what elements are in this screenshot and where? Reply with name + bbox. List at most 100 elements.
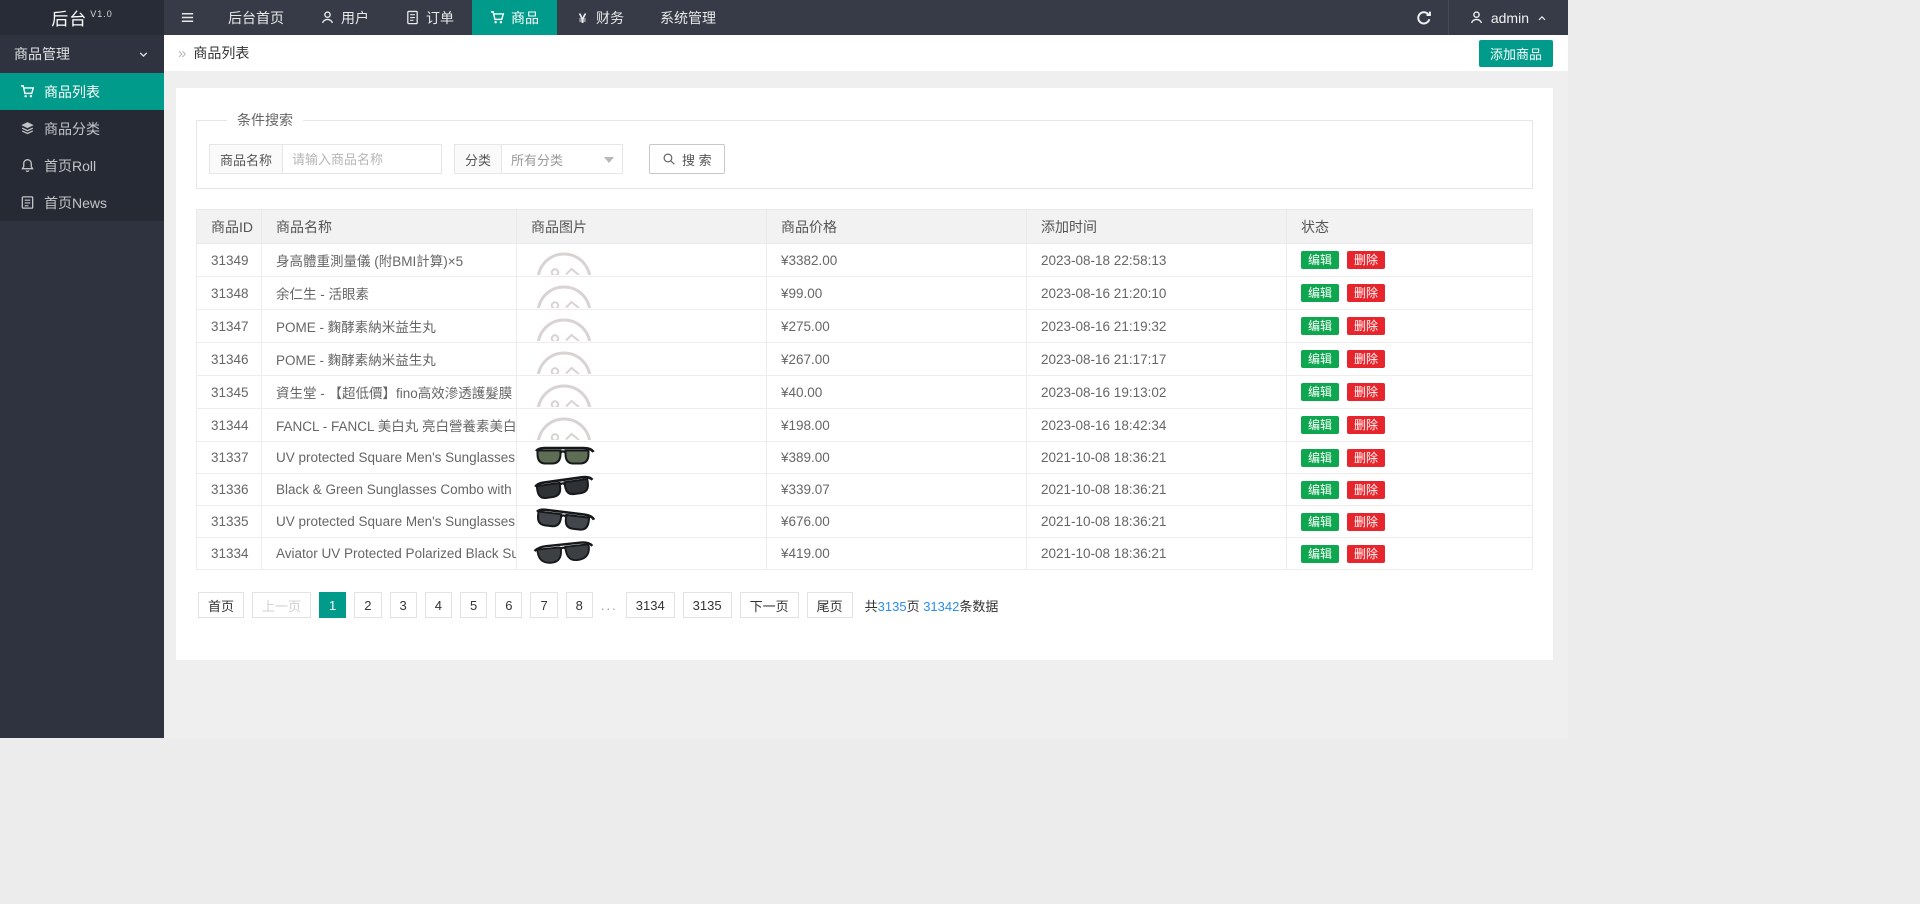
nav-item-1[interactable]: 后台首页 — [210, 0, 302, 35]
table-row: 31349 身高體重測量儀 (附BMI計算)×5 ¥3382.00 2023-08-1… — [196, 243, 1533, 277]
edit-button[interactable]: 编辑 — [1301, 251, 1340, 269]
broken-image-placeholder-icon — [531, 245, 766, 275]
product-price-cell: ¥3382.00 — [766, 243, 1027, 277]
product-price-cell: ¥40.00 — [766, 375, 1027, 409]
edit-button[interactable]: 编辑 — [1301, 383, 1340, 401]
product-id-cell: 31337 — [196, 441, 262, 474]
product-name-cell: 資生堂 - 【超低價】fino高效滲透護髮膜 紅色 230g... — [261, 375, 517, 409]
edit-button[interactable]: 编辑 — [1301, 317, 1340, 335]
nav-item-label: 财务 — [596, 9, 624, 26]
page-title: 商品列表 — [193, 45, 250, 61]
sidebar-item-label: 商品列表 — [44, 83, 100, 100]
category-select[interactable]: 所有分类 — [501, 144, 624, 174]
delete-button[interactable]: 删除 — [1347, 416, 1386, 434]
edit-button[interactable]: 编辑 — [1301, 480, 1340, 499]
search-form: 商品名称 分类 所有分类 — [209, 144, 1532, 174]
nav-item-2[interactable]: 用户 — [302, 0, 387, 35]
nav-item-6[interactable]: 系统管理 — [642, 0, 734, 35]
product-name-cell: 余仁生 - 活眼素 — [261, 276, 517, 310]
delete-button[interactable]: 删除 — [1347, 383, 1386, 401]
product-name-input[interactable] — [282, 144, 443, 174]
pagination-summary: 共3135页 31342条数据 — [865, 596, 999, 615]
user-icon — [1469, 10, 1484, 25]
product-image-cell — [516, 473, 767, 506]
first-page-button[interactable]: 首页 — [198, 592, 245, 618]
added-time-cell: 2023-08-16 21:17:17 — [1026, 342, 1287, 376]
app-logo-text: 后台 — [51, 10, 88, 29]
status-cell: 编辑 删除 — [1286, 276, 1533, 310]
menu-toggle-icon[interactable] — [164, 0, 210, 35]
sidebar-item-1[interactable]: 商品列表 — [0, 73, 164, 110]
edit-button[interactable]: 编辑 — [1301, 512, 1340, 531]
summary-text: 页 — [906, 598, 924, 614]
product-image-cell — [516, 375, 767, 409]
product-price-cell: ¥267.00 — [766, 342, 1027, 376]
product-price-cell: ¥419.00 — [766, 537, 1027, 570]
product-id-cell: 31335 — [196, 505, 262, 538]
page-button-5[interactable]: 5 — [459, 592, 488, 618]
edit-button[interactable]: 编辑 — [1301, 350, 1340, 368]
added-time-cell: 2023-08-18 22:58:13 — [1026, 243, 1287, 277]
product-name-cell: UV protected Square Men's Sunglasses — [261, 441, 517, 474]
page-button-4[interactable]: 4 — [424, 592, 452, 618]
last-page-button[interactable]: 尾页 — [806, 592, 853, 618]
sunglasses-image — [531, 445, 766, 470]
column-header: 商品名称 — [261, 209, 517, 244]
summary-text: 共 — [864, 598, 878, 614]
next-page-button[interactable]: 下一页 — [739, 592, 799, 618]
product-image-cell — [516, 441, 767, 474]
pagination: 首页 上一页 1 2 3 4 5 6 7 8... 3134 3135 下一页 尾页 共3135页 3134… — [196, 592, 1533, 618]
sidebar-item-2[interactable]: 商品分类 — [0, 110, 164, 147]
chevron-up-icon — [1536, 12, 1548, 24]
status-cell: 编辑 删除 — [1286, 505, 1533, 538]
page-button-6[interactable]: 6 — [495, 592, 523, 618]
add-product-button[interactable]: 添加商品 — [1478, 39, 1553, 67]
delete-button[interactable]: 删除 — [1347, 350, 1386, 368]
broken-image-placeholder-icon — [531, 344, 766, 374]
page-button-3134[interactable]: 3134 — [625, 592, 675, 618]
table-row: 31335 UV protected Square Men's Sunglasse… — [196, 505, 1533, 538]
search-icon — [662, 152, 676, 166]
product-list-card: 条件搜索 商品名称 分类 所有分类 — [176, 88, 1553, 660]
table-row: 31345資生堂 - 【超低價】fino高效滲透護髮膜 紅色 230g... ¥4… — [196, 375, 1533, 409]
delete-button[interactable]: 删除 — [1347, 512, 1386, 531]
user-menu[interactable]: admin — [1447, 0, 1568, 35]
nav-item-3[interactable]: 订单 — [387, 0, 472, 35]
column-header: 商品图片 — [516, 209, 767, 244]
edit-button[interactable]: 编辑 — [1301, 416, 1340, 434]
sidebar-group-label: 商品管理 — [14, 46, 70, 62]
search-button-label: 搜 索 — [682, 152, 712, 168]
product-id-cell: 31336 — [196, 473, 262, 506]
search-button[interactable]: 搜 索 — [649, 144, 725, 174]
page-button-8[interactable]: 8 — [565, 592, 593, 618]
edit-button[interactable]: 编辑 — [1301, 448, 1340, 467]
refresh-icon[interactable] — [1400, 0, 1448, 35]
search-fieldset: 条件搜索 商品名称 分类 所有分类 — [196, 110, 1533, 189]
table-row: 31334 Aviator UV Protected Polarized Blac… — [196, 537, 1533, 570]
edit-button[interactable]: 编辑 — [1301, 284, 1340, 302]
product-image-cell — [516, 243, 767, 277]
page-button-3[interactable]: 3 — [389, 592, 417, 618]
sidebar-item-3[interactable]: 首页Roll — [0, 147, 164, 184]
sidebar-item-label: 商品分类 — [44, 120, 100, 137]
page-button-7[interactable]: 7 — [530, 592, 558, 618]
page-button-2[interactable]: 2 — [354, 592, 382, 618]
edit-button[interactable]: 编辑 — [1301, 544, 1340, 563]
delete-button[interactable]: 删除 — [1347, 251, 1386, 269]
product-id-cell: 31347 — [196, 309, 262, 343]
broken-image-placeholder-icon — [531, 278, 766, 308]
delete-button[interactable]: 删除 — [1347, 544, 1386, 563]
product-price-cell: ¥389.00 — [766, 441, 1027, 474]
nav-item-5[interactable]: ¥ 财务 — [557, 0, 642, 35]
main-menu: 后台首页 用户 订单 商品 ¥ 财务 系统管理 — [210, 0, 734, 35]
delete-button[interactable]: 删除 — [1347, 448, 1386, 467]
delete-button[interactable]: 删除 — [1347, 317, 1386, 335]
sunglasses-image — [531, 540, 766, 567]
sidebar-group-goods[interactable]: 商品管理 — [0, 35, 164, 73]
delete-button[interactable]: 删除 — [1347, 284, 1386, 302]
nav-item-4[interactable]: 商品 — [472, 0, 557, 35]
content: 条件搜索 商品名称 分类 所有分类 — [164, 71, 1568, 660]
sidebar-item-4[interactable]: 首页News — [0, 184, 164, 221]
delete-button[interactable]: 删除 — [1347, 480, 1386, 499]
page-button-3135[interactable]: 3135 — [682, 592, 732, 618]
